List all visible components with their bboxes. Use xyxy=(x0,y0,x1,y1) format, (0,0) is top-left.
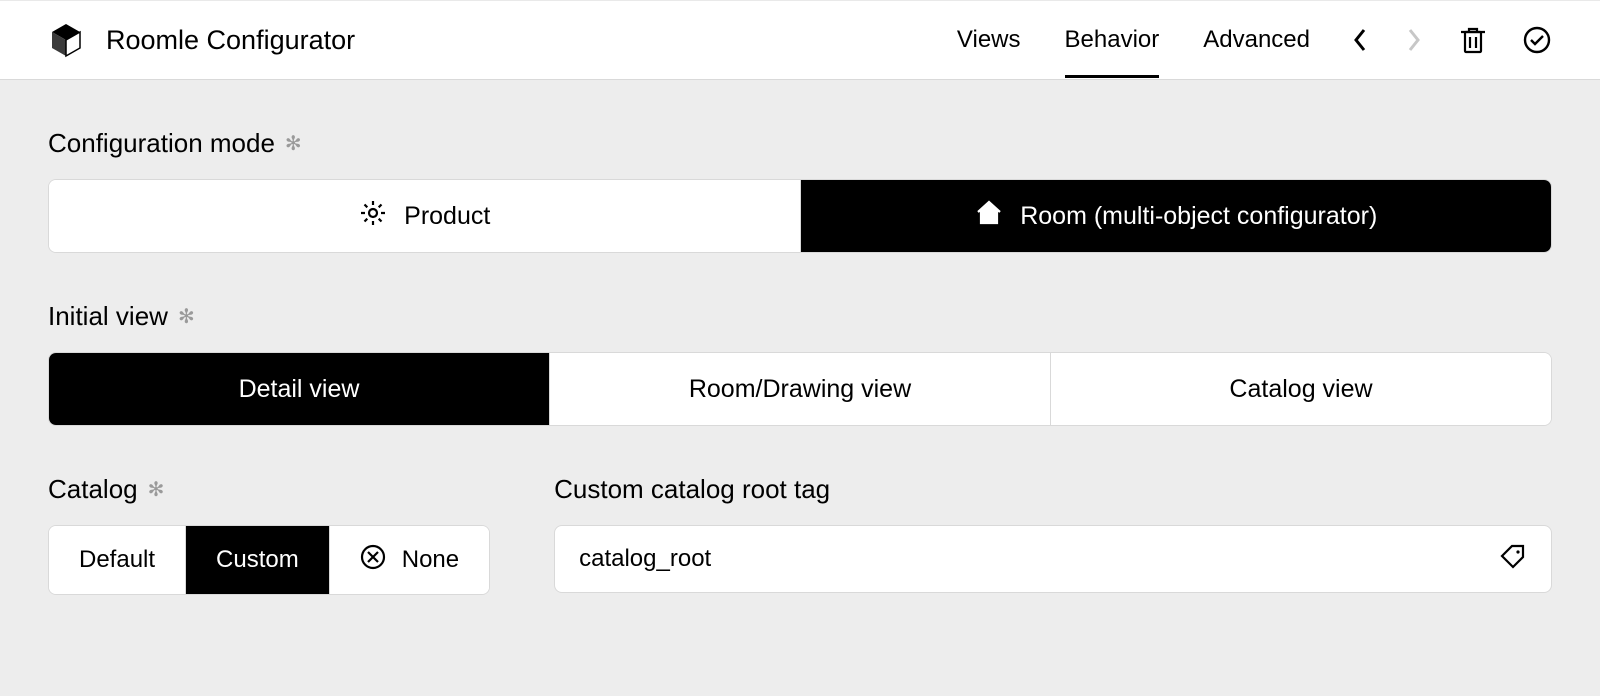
cancel-circle-icon xyxy=(360,544,386,577)
confirm-button[interactable] xyxy=(1522,25,1552,55)
initial-view-detail[interactable]: Detail view xyxy=(49,353,549,425)
required-asterisk: ✻ xyxy=(178,304,195,329)
tab-advanced[interactable]: Advanced xyxy=(1203,2,1310,78)
initial-view-detail-label: Detail view xyxy=(239,375,360,404)
header-bar: Roomle Configurator Views Behavior Advan… xyxy=(0,0,1600,80)
catalog-default[interactable]: Default xyxy=(49,526,185,594)
config-mode-product[interactable]: Product xyxy=(49,180,800,252)
config-mode-product-label: Product xyxy=(404,202,490,231)
tab-views[interactable]: Views xyxy=(957,2,1021,78)
app-logo-icon xyxy=(48,22,84,58)
required-asterisk: ✻ xyxy=(285,131,302,156)
section-catalog: Catalog✻ Default Custom xyxy=(48,474,490,595)
catalog-label: Catalog✻ xyxy=(48,474,490,505)
config-mode-room-label: Room (multi-object configurator) xyxy=(1020,202,1377,231)
tab-behavior[interactable]: Behavior xyxy=(1065,2,1160,78)
section-initial-view: Initial view✻ Detail view Room/Drawing v… xyxy=(48,301,1552,426)
catalog-none-label: None xyxy=(402,546,459,574)
catalog-segmented: Default Custom None xyxy=(48,525,490,595)
catalog-none[interactable]: None xyxy=(329,526,489,594)
config-mode-label: Configuration mode✻ xyxy=(48,128,1552,159)
section-config-mode: Configuration mode✻ Product xyxy=(48,128,1552,253)
nav-prev-button[interactable] xyxy=(1350,26,1370,54)
root-tag-label: Custom catalog root tag xyxy=(554,474,1552,505)
app-title: Roomle Configurator xyxy=(106,25,355,56)
catalog-custom-label: Custom xyxy=(216,546,299,574)
section-root-tag: Custom catalog root tag xyxy=(554,474,1552,595)
initial-view-roomdrawing-label: Room/Drawing view xyxy=(689,375,911,404)
initial-view-catalog-label: Catalog view xyxy=(1229,375,1372,404)
config-mode-room[interactable]: Room (multi-object configurator) xyxy=(800,180,1552,252)
home-icon xyxy=(974,198,1004,235)
initial-view-roomdrawing[interactable]: Room/Drawing view xyxy=(549,353,1050,425)
tag-icon xyxy=(1499,543,1527,576)
delete-button[interactable] xyxy=(1458,25,1488,55)
initial-view-catalog[interactable]: Catalog view xyxy=(1050,353,1551,425)
required-asterisk: ✻ xyxy=(148,477,165,502)
initial-view-segmented: Detail view Room/Drawing view Catalog vi… xyxy=(48,352,1552,426)
nav-next-button[interactable] xyxy=(1404,26,1424,54)
catalog-default-label: Default xyxy=(79,546,155,574)
main-panel: Configuration mode✻ Product xyxy=(0,80,1600,696)
header-tabs: Views Behavior Advanced xyxy=(957,2,1310,78)
root-tag-input[interactable] xyxy=(579,545,1483,573)
config-mode-segmented: Product Room (multi-object configurator) xyxy=(48,179,1552,253)
gear-icon xyxy=(358,198,388,235)
catalog-custom[interactable]: Custom xyxy=(185,526,329,594)
initial-view-label: Initial view✻ xyxy=(48,301,1552,332)
root-tag-field[interactable] xyxy=(554,525,1552,593)
